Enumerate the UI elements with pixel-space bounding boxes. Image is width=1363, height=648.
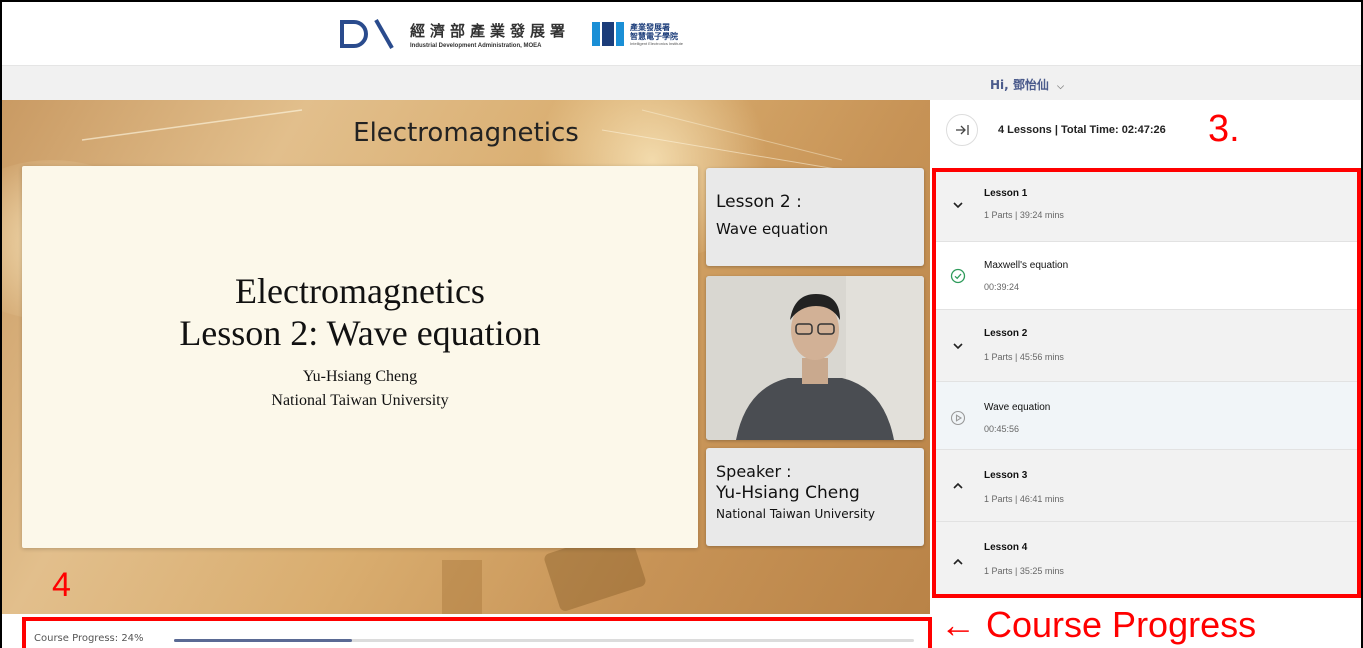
slide-title-line-1: Electromagnetics	[235, 271, 485, 311]
annotation-marker-3: 3.	[1208, 108, 1240, 150]
logo-bar: 經濟部產業發展署 Industrial Development Administ…	[2, 2, 1361, 66]
lesson-row-4[interactable]: Lesson 4 1 Parts | 35:25 mins	[936, 522, 1357, 594]
lesson-row-3[interactable]: Lesson 3 1 Parts | 46:41 mins	[936, 450, 1357, 522]
course-progress-label: Course Progress: 24%	[34, 633, 144, 644]
iei-name: 產業發展署 智慧電子學院 Intelligent Electronics Ins…	[630, 23, 683, 46]
lesson-title: Lesson 1	[984, 188, 1028, 199]
ida-name-en: Industrial Development Administration, M…	[410, 42, 542, 49]
lesson-card: Lesson 2 : Wave equation	[706, 168, 924, 266]
check-circle-icon	[950, 268, 966, 284]
lesson-title: Lesson 3	[984, 470, 1028, 481]
collapse-panel-button[interactable]	[946, 114, 978, 146]
play-circle-icon	[950, 410, 966, 426]
video-player[interactable]: Electromagnetics Electromagnetics Lesson…	[2, 100, 930, 614]
iei-name-zh-2: 智慧電子學院	[630, 31, 679, 41]
part-title: Maxwell's equation	[984, 260, 1069, 271]
lesson-card-topic: Wave equation	[716, 220, 829, 238]
lesson-row-1[interactable]: Lesson 1 1 Parts | 39:24 mins	[936, 172, 1357, 242]
iei-name-zh-1: 產業發展署	[630, 22, 671, 32]
lesson-meta: 1 Parts | 45:56 mins	[984, 352, 1064, 362]
user-greeting: Hi, 鄧怡仙	[990, 78, 1049, 92]
slide-title-line-2: Lesson 2: Wave equation	[179, 313, 541, 353]
speaker-video	[706, 276, 924, 440]
user-bar: Hi, 鄧怡仙 ⌵	[2, 66, 1361, 100]
annotation-marker-4: 4	[52, 566, 71, 604]
chevron-down-icon: ⌵	[1057, 82, 1064, 92]
lesson-meta: 1 Parts | 39:24 mins	[984, 210, 1064, 220]
lesson-title: Lesson 4	[984, 542, 1028, 553]
speaker-card-name: Yu-Hsiang Cheng	[716, 483, 860, 503]
ida-logo-icon	[340, 19, 394, 49]
annotation-progress-caption: ← Course Progress	[940, 604, 1257, 645]
slide-affiliation: National Taiwan University	[271, 392, 449, 409]
lesson-summary: 4 Lessons | Total Time: 02:47:26	[998, 124, 1166, 136]
video-title: Electromagnetics	[353, 118, 579, 148]
lesson-list: Lesson 1 1 Parts | 39:24 mins Maxwell's …	[932, 168, 1361, 598]
lecture-slide: Electromagnetics Lesson 2: Wave equation…	[22, 166, 698, 548]
speaker-portrait	[706, 276, 924, 440]
lesson-meta: 1 Parts | 35:25 mins	[984, 566, 1064, 576]
lesson-title: Lesson 2	[984, 328, 1028, 339]
lesson-panel-header: 4 Lessons | Total Time: 02:47:26	[930, 100, 1361, 166]
ida-name-zh: 經濟部產業發展署	[410, 21, 571, 40]
part-title: Wave equation	[984, 402, 1051, 413]
chevron-up-icon	[953, 482, 963, 489]
course-progress: Course Progress: 24%	[22, 617, 932, 648]
speaker-card: Speaker : Yu-Hsiang Cheng National Taiwa…	[706, 448, 924, 546]
lesson-card-label: Lesson 2 :	[716, 192, 802, 212]
collapse-right-icon	[956, 125, 969, 135]
part-duration: 00:45:56	[984, 424, 1020, 434]
iei-name-en: Intelligent Electronics Institute	[630, 40, 683, 46]
speaker-card-label: Speaker :	[716, 462, 792, 481]
course-progress-bar	[174, 639, 914, 642]
chevron-up-icon	[953, 558, 963, 565]
chevron-down-icon	[953, 202, 963, 209]
lesson-row-2[interactable]: Lesson 2 1 Parts | 45:56 mins	[936, 310, 1357, 382]
part-duration: 00:39:24	[984, 282, 1020, 292]
user-menu[interactable]: Hi, 鄧怡仙 ⌵	[990, 76, 1064, 93]
chevron-down-icon	[953, 343, 963, 350]
lesson-meta: 1 Parts | 46:41 mins	[984, 494, 1064, 504]
logo-group: 經濟部產業發展署 Industrial Development Administ…	[338, 18, 683, 50]
part-row-maxwell[interactable]: Maxwell's equation 00:39:24	[936, 242, 1357, 310]
part-row-wave-equation[interactable]: Wave equation 00:45:56	[936, 382, 1357, 450]
iei-logo-icon	[592, 22, 625, 46]
speaker-card-affiliation: National Taiwan University	[716, 507, 875, 521]
course-progress-fill	[174, 639, 352, 642]
slide-author: Yu-Hsiang Cheng	[302, 368, 418, 385]
ida-name: 經濟部產業發展署 Industrial Development Administ…	[410, 20, 570, 49]
